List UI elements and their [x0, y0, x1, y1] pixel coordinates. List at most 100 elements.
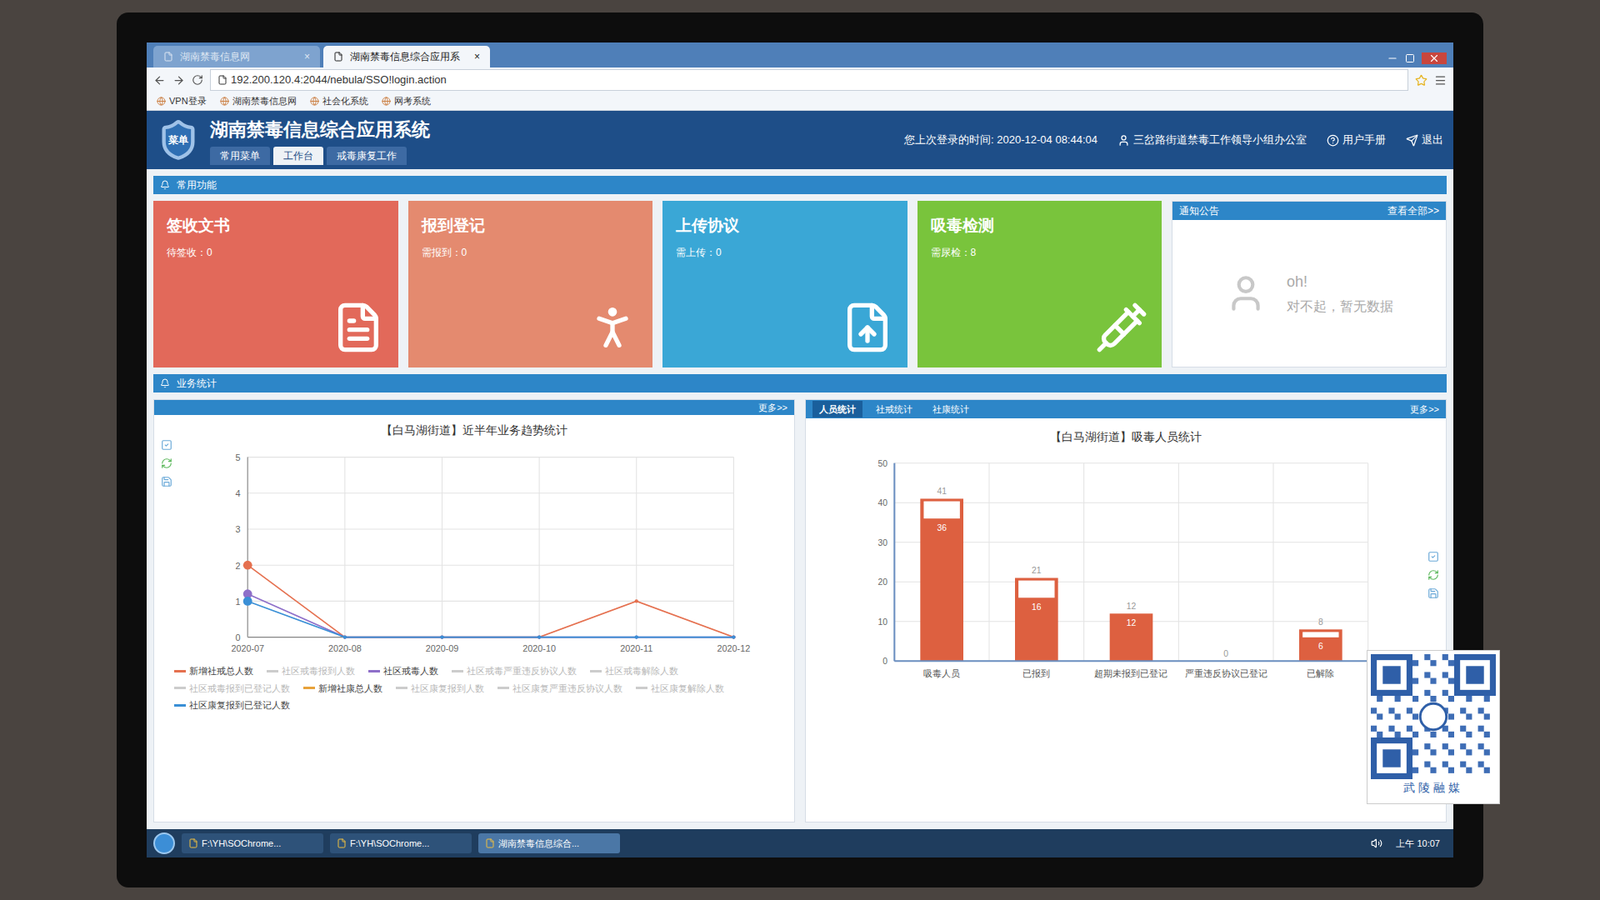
person-bar-chart: 010203040504136吸毒人员2116已报到1212超期未报到已登记0严…	[812, 445, 1425, 705]
svg-text:2020-11: 2020-11	[620, 643, 653, 654]
tab-close[interactable]: ×	[304, 49, 310, 65]
trend-panel: 更多>>【白马湖街道】近半年业务趋势统计0123452020-072020-08…	[153, 399, 795, 823]
legend-item[interactable]: 社区戒毒报到已登记人数	[174, 681, 290, 696]
svg-text:2020-10: 2020-10	[522, 643, 556, 654]
data-view-icon[interactable]	[1427, 550, 1440, 563]
chart-series	[243, 596, 736, 640]
svg-text:12: 12	[1126, 618, 1137, 628]
address-bar-row: 192.200.120.4:2044/nebula/SSO!login.acti…	[146, 67, 1454, 93]
data-view-icon[interactable]	[160, 439, 173, 451]
bookmarks-bar: VPN登录湖南禁毒信息网社会化系统网考系统	[146, 92, 1454, 111]
bar: 0严重违反协议已登记	[1185, 463, 1274, 679]
browser-tab[interactable]: 湖南禁毒信息综合应用系×	[323, 45, 490, 68]
bookmark[interactable]: 社会化系统	[310, 94, 369, 109]
volume-icon[interactable]	[1370, 837, 1383, 850]
bookmark[interactable]: 网考系统	[381, 94, 431, 109]
legend-item[interactable]: 新增社戒总人数	[174, 664, 254, 679]
address-field[interactable]: 192.200.120.4:2044/nebula/SSO!login.acti…	[210, 69, 1409, 91]
function-card[interactable]: 上传协议需上传：0	[662, 200, 908, 368]
photo-page: 湖南禁毒信息网×湖南禁毒信息综合应用系×192.200.120.4:2044/n…	[0, 0, 1600, 900]
legend-item[interactable]: 新增社康总人数	[303, 681, 383, 696]
browser-tab-strip: 湖南禁毒信息网×湖南禁毒信息综合应用系×	[146, 42, 1454, 68]
legend-item[interactable]: 社区戒毒人数	[368, 664, 439, 679]
save-image-icon[interactable]	[160, 475, 173, 488]
bookmark-icon	[381, 96, 391, 106]
svg-text:0: 0	[882, 656, 888, 666]
save-image-icon[interactable]	[1427, 587, 1440, 600]
bookmark-icon	[310, 96, 320, 106]
legend-item[interactable]: 社区戒毒解除人数	[590, 664, 679, 679]
restore-icon[interactable]	[160, 457, 173, 470]
menu-logo[interactable]: 菜单	[156, 115, 200, 165]
monitor-bezel: 湖南禁毒信息网×湖南禁毒信息综合应用系×192.200.120.4:2044/n…	[116, 12, 1484, 888]
legend-item[interactable]: 社区康复严重违反协议人数	[497, 681, 623, 696]
page-icon	[333, 51, 344, 62]
legend-item[interactable]: 社区戒毒严重违反协议人数	[451, 664, 577, 679]
notice-more[interactable]: 查看全部>>	[1387, 203, 1440, 219]
screen: 湖南禁毒信息网×湖南禁毒信息综合应用系×192.200.120.4:2044/n…	[146, 42, 1454, 858]
svg-text:5: 5	[235, 452, 241, 463]
svg-text:40: 40	[878, 498, 889, 508]
stats-tab[interactable]: 人员统计	[812, 400, 863, 419]
svg-text:吸毒人员: 吸毒人员	[923, 668, 960, 679]
section-icon	[160, 180, 170, 190]
function-card[interactable]: 吸毒检测需尿检：8	[917, 200, 1163, 368]
nav-tab[interactable]: 常用菜单	[210, 146, 270, 165]
svg-text:2020-09: 2020-09	[425, 643, 460, 654]
forward-icon[interactable]	[172, 74, 185, 87]
legend-item[interactable]: 社区康复报到人数	[395, 681, 485, 696]
app-icon	[485, 838, 495, 849]
nav-tab[interactable]: 戒毒康复工作	[326, 146, 407, 165]
chart-series	[243, 560, 736, 640]
bar: 4136吸毒人员	[920, 463, 990, 679]
nav-tab[interactable]: 工作台	[273, 146, 324, 165]
person-more[interactable]: 更多>>	[1410, 402, 1440, 417]
bookmark[interactable]: 湖南禁毒信息网	[220, 94, 297, 109]
app-icon	[188, 838, 199, 849]
legend-item[interactable]: 社区康复解除人数	[635, 681, 725, 696]
legend-item[interactable]: 社区戒毒报到人数	[266, 664, 355, 679]
bookmark[interactable]: VPN登录	[156, 94, 207, 109]
maximize-icon[interactable]	[1405, 53, 1415, 64]
manual-link[interactable]: 用户手册	[1326, 131, 1386, 149]
bookmark-star-icon[interactable]	[1415, 74, 1428, 87]
bar: 1212超期未报到已登记	[1095, 463, 1180, 679]
taskbar-item[interactable]: F:\YH\SOChrome...	[181, 833, 324, 855]
function-card[interactable]: 报到登记需报到：0	[408, 200, 654, 368]
person-icon	[585, 300, 640, 355]
app-header: 菜单湖南禁毒信息综合应用系统常用菜单工作台戒毒康复工作您上次登录的时间: 202…	[146, 110, 1454, 170]
reload-icon[interactable]	[191, 74, 204, 86]
svg-text:30: 30	[878, 538, 889, 548]
taskbar-item[interactable]: 湖南禁毒信息综合...	[478, 833, 620, 855]
logout-link[interactable]: 退出	[1405, 131, 1444, 149]
taskbar: F:\YH\SOChrome... F:\YH\SOChrome... 湖南禁毒信息…	[146, 829, 1454, 858]
tab-close[interactable]: ×	[474, 49, 480, 65]
svg-text:0: 0	[1223, 649, 1229, 659]
page-icon	[217, 75, 228, 85]
svg-text:超期未报到已登记: 超期未报到已登记	[1095, 668, 1169, 679]
help-icon	[1326, 134, 1340, 147]
trend-more[interactable]: 更多>>	[758, 400, 788, 415]
svg-text:16: 16	[1031, 602, 1042, 612]
svg-text:36: 36	[936, 523, 947, 533]
browser-tab[interactable]: 湖南禁毒信息网×	[153, 45, 320, 68]
svg-text:2: 2	[235, 560, 241, 571]
stats-tab[interactable]: 社戒统计	[869, 400, 920, 419]
svg-text:4: 4	[235, 488, 241, 499]
function-card[interactable]: 签收文书待签收：0	[153, 200, 399, 368]
restore-icon[interactable]	[1427, 569, 1440, 581]
close-icon[interactable]	[1428, 52, 1440, 65]
bookmark-icon	[156, 96, 166, 106]
bar: 2116已报到	[1015, 463, 1085, 679]
stats-tab[interactable]: 社康统计	[925, 400, 976, 419]
start-button[interactable]	[153, 832, 175, 855]
taskbar-item[interactable]: F:\YH\SOChrome...	[330, 833, 472, 855]
officer-icon	[1225, 260, 1267, 327]
minimize-icon[interactable]	[1386, 52, 1399, 65]
notice-title: 通知公告	[1179, 203, 1220, 219]
legend-item[interactable]: 社区康复报到已登记人数	[174, 698, 290, 713]
back-icon[interactable]	[153, 74, 166, 87]
browser-menu-icon[interactable]	[1434, 74, 1447, 87]
svg-text:2020-12: 2020-12	[717, 643, 751, 654]
user-info[interactable]: 三岔路街道禁毒工作领导小组办公室	[1117, 131, 1307, 149]
